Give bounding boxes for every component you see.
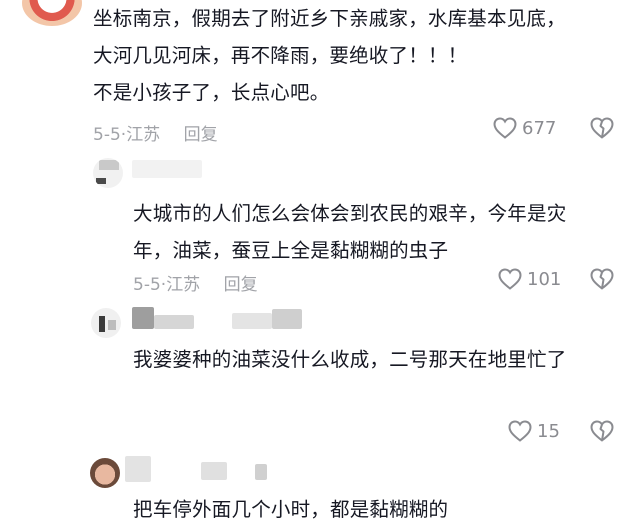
like-count: 15	[537, 420, 560, 442]
avatar[interactable]	[93, 158, 123, 188]
comment-text: 我婆婆种的油菜没什么收成，二号那天在地里忙了	[133, 341, 633, 378]
broken-heart-icon	[590, 268, 614, 290]
comment-line: 把车停外面几个小时，都是黏糊糊的	[133, 498, 449, 521]
comment-line: 大城市的人们怎么会体会到农民的艰辛，今年是灾	[133, 202, 567, 225]
comment-line: 坐标南京，假期去了附近乡下亲戚家，水库基本见底，	[93, 7, 566, 30]
comment-date: 5-5	[133, 275, 161, 295]
dislike-button[interactable]	[590, 117, 614, 139]
avatar[interactable]	[91, 308, 121, 338]
like-button[interactable]: 15	[508, 420, 560, 442]
avatar[interactable]	[90, 458, 120, 488]
comment-text: 把车停外面几个小时，都是黏糊糊的	[133, 491, 633, 528]
dislike-button[interactable]	[590, 420, 614, 442]
broken-heart-icon	[590, 117, 614, 139]
comment-meta: 5-5·江苏 回复	[133, 275, 258, 295]
comment-region: 江苏	[166, 275, 201, 295]
reply-button[interactable]: 回复	[184, 125, 218, 145]
like-count: 101	[527, 268, 562, 290]
comment-date: 5-5	[93, 125, 121, 145]
like-button[interactable]: 677	[493, 117, 556, 139]
username-blurred[interactable]	[132, 160, 202, 178]
heart-outline-icon	[493, 117, 517, 139]
heart-outline-icon	[498, 268, 522, 290]
comment-text: 大城市的人们怎么会体会到农民的艰辛，今年是灾 年，油菜，蚕豆上全是黏糊糊的虫子	[133, 195, 633, 269]
comment-line: 年，油菜，蚕豆上全是黏糊糊的虫子	[133, 239, 449, 262]
comment-line: 大河几见河床，再不降雨，要绝收了！！！	[93, 44, 468, 67]
comment-meta: 5-5·江苏 回复	[93, 125, 218, 145]
comment-region: 江苏	[126, 125, 161, 145]
like-count: 677	[522, 117, 557, 139]
broken-heart-icon	[590, 420, 614, 442]
comment-text: 坐标南京，假期去了附近乡下亲戚家，水库基本见底， 大河几见河床，再不降雨，要绝收…	[93, 0, 633, 111]
dislike-button[interactable]	[590, 268, 614, 290]
heart-outline-icon	[508, 420, 532, 442]
username-blurred[interactable]	[132, 307, 312, 331]
comment-line: 不是小孩子了，长点心吧。	[93, 81, 330, 104]
avatar[interactable]	[22, 0, 82, 26]
comment-line: 我婆婆种的油菜没什么收成，二号那天在地里忙了	[133, 348, 567, 371]
reply-button[interactable]: 回复	[224, 275, 258, 295]
like-button[interactable]: 101	[498, 268, 561, 290]
username-blurred[interactable]	[125, 456, 275, 482]
